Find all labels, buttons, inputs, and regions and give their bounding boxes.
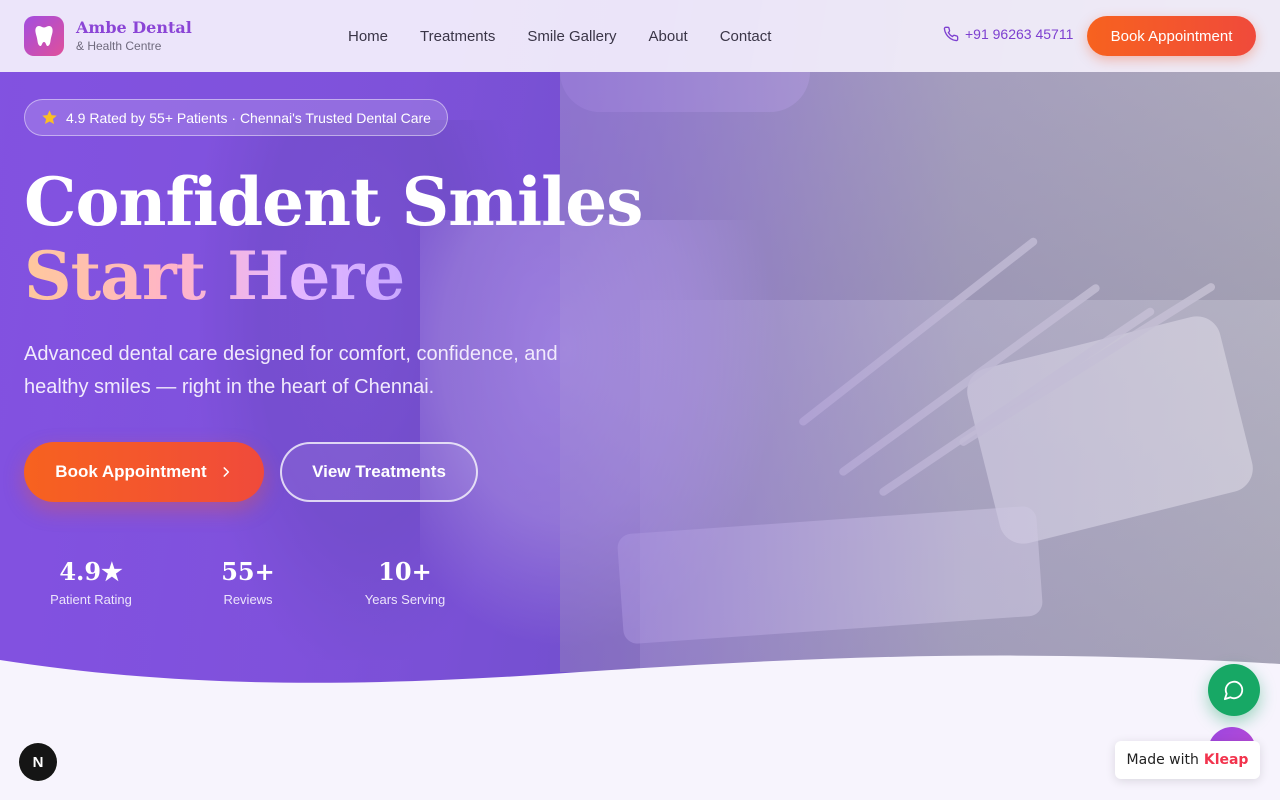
nav-link-treatments[interactable]: Treatments: [420, 28, 495, 45]
rating-pill-text: 4.9 Rated by 55+ Patients · Chennai's Tr…: [66, 109, 431, 126]
nav-link-smile-gallery[interactable]: Smile Gallery: [527, 28, 616, 45]
stat-years-serving: 10+ Years Serving: [340, 556, 470, 609]
kleap-brand: Kleap: [1203, 752, 1249, 768]
stat-value: 10+: [378, 557, 432, 586]
kleap-badge-text: Made with: [1126, 752, 1199, 768]
navbar: Ambe Dental & Health Centre Home Treatme…: [0, 0, 1280, 72]
hero-headline-line1: Confident Smiles: [24, 163, 643, 241]
view-treatments-button[interactable]: View Treatments: [280, 442, 478, 502]
chat-bubble-icon: [1223, 680, 1244, 701]
nav-book-appointment-button[interactable]: Book Appointment: [1087, 16, 1256, 56]
brand-subtitle: & Health Centre: [76, 38, 162, 53]
nav-link-home[interactable]: Home: [348, 28, 388, 45]
nav-link-about[interactable]: About: [649, 28, 688, 45]
hero-wave: [0, 655, 1280, 690]
hero-lead: Advanced dental care designed for comfor…: [24, 343, 558, 398]
book-appointment-button[interactable]: Book Appointment: [24, 442, 264, 502]
chevron-right-icon: [223, 467, 229, 477]
corner-n-badge[interactable]: N: [19, 743, 57, 781]
logo[interactable]: [24, 16, 64, 56]
brand-name: Ambe Dental: [76, 17, 192, 37]
phone-number: +91 96263 45711: [965, 26, 1074, 42]
phone-icon: [943, 26, 959, 42]
chat-button[interactable]: [1208, 664, 1260, 716]
stat-label: Reviews: [223, 592, 273, 607]
nav-links: Home Treatments Smile Gallery About Cont…: [348, 0, 771, 72]
nav-link-contact[interactable]: Contact: [720, 28, 772, 45]
made-with-kleap-badge[interactable]: Made with Kleap: [1115, 741, 1260, 779]
star-icon: [42, 110, 57, 125]
phone-link[interactable]: +91 96263 45711: [943, 26, 1073, 42]
stat-reviews: 55+ Reviews: [183, 556, 313, 609]
logo-text[interactable]: Ambe Dental & Health Centre: [76, 17, 192, 54]
stat-label: Patient Rating: [50, 592, 132, 607]
stat-patient-rating: 4.9★ Patient Rating: [26, 556, 156, 609]
stat-value: 4.9★: [59, 557, 123, 586]
hero-headline-line2: Start Here: [24, 237, 405, 315]
rating-pill: 4.9 Rated by 55+ Patients · Chennai's Tr…: [24, 99, 448, 136]
stat-value: 55+: [221, 557, 275, 586]
book-appointment-label: Book Appointment: [55, 462, 207, 481]
tooth-icon: [35, 26, 53, 46]
stat-label: Years Serving: [364, 592, 446, 607]
